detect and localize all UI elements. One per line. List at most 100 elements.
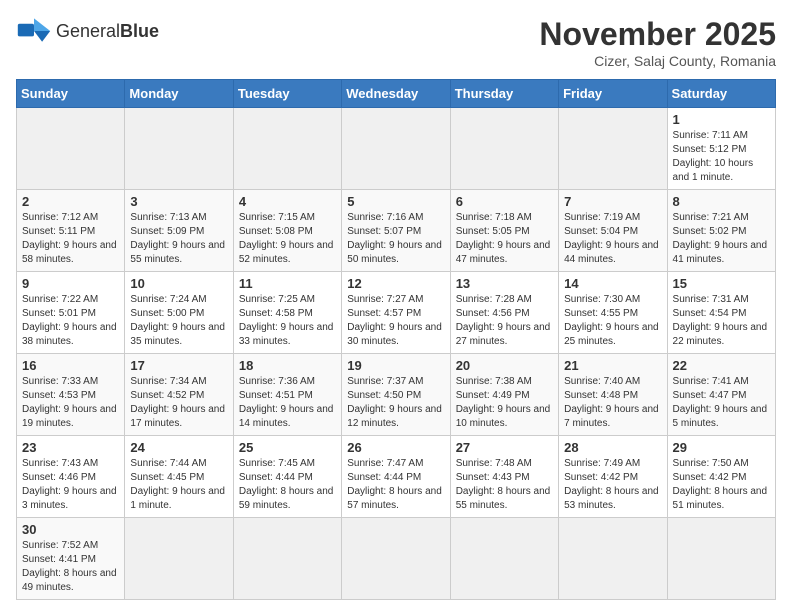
- day-number: 19: [347, 358, 444, 373]
- day-of-week-header: Wednesday: [342, 80, 450, 108]
- calendar-day-cell: 9 Sunrise: 7:22 AM Sunset: 5:01 PM Daylig…: [17, 272, 125, 354]
- calendar-day-cell: 8Sunrise: 7:21 AM Sunset: 5:02 PM Daylig…: [667, 190, 775, 272]
- calendar-day-cell: 17Sunrise: 7:34 AM Sunset: 4:52 PM Dayli…: [125, 354, 233, 436]
- calendar-table: SundayMondayTuesdayWednesdayThursdayFrid…: [16, 79, 776, 600]
- day-number: 27: [456, 440, 553, 455]
- day-info: Sunrise: 7:36 AM Sunset: 4:51 PM Dayligh…: [239, 375, 336, 431]
- calendar-day-cell: [450, 108, 558, 190]
- calendar-day-cell: 23Sunrise: 7:43 AM Sunset: 4:46 PM Dayli…: [17, 436, 125, 518]
- day-info: Sunrise: 7:27 AM Sunset: 4:57 PM Dayligh…: [347, 293, 444, 349]
- calendar-day-cell: [342, 518, 450, 600]
- day-of-week-header: Tuesday: [233, 80, 341, 108]
- calendar-day-cell: 27 Sunrise: 7:48 AM Sunset: 4:43 PM Dayli…: [450, 436, 558, 518]
- calendar-day-cell: 19 Sunrise: 7:37 AM Sunset: 4:50 PM Dayli…: [342, 354, 450, 436]
- day-of-week-header: Friday: [559, 80, 667, 108]
- calendar-day-cell: 21Sunrise: 7:40 AM Sunset: 4:48 PM Dayli…: [559, 354, 667, 436]
- calendar-day-cell: 18Sunrise: 7:36 AM Sunset: 4:51 PM Dayli…: [233, 354, 341, 436]
- calendar-day-cell: [233, 108, 341, 190]
- calendar-week-row: 1Sunrise: 7:11 AM Sunset: 5:12 PM Daylig…: [17, 108, 776, 190]
- day-of-week-header: Thursday: [450, 80, 558, 108]
- calendar-day-cell: 6 Sunrise: 7:18 AM Sunset: 5:05 PM Daylig…: [450, 190, 558, 272]
- calendar-day-cell: 25 Sunrise: 7:45 AM Sunset: 4:44 PM Dayli…: [233, 436, 341, 518]
- day-info: Sunrise: 7:24 AM Sunset: 5:00 PM Dayligh…: [130, 293, 227, 349]
- day-number: 25: [239, 440, 336, 455]
- day-info: Sunrise: 7:44 AM Sunset: 4:45 PM Dayligh…: [130, 457, 227, 513]
- day-info: Sunrise: 7:50 AM Sunset: 4:42 PM Dayligh…: [673, 457, 770, 513]
- day-info: Sunrise: 7:30 AM Sunset: 4:55 PM Dayligh…: [564, 293, 661, 349]
- logo-icon: [16, 16, 52, 46]
- calendar-day-cell: 22Sunrise: 7:41 AM Sunset: 4:47 PM Dayli…: [667, 354, 775, 436]
- calendar-subtitle: Cizer, Salaj County, Romania: [539, 53, 776, 69]
- day-number: 4: [239, 194, 336, 209]
- title-area: November 2025 Cizer, Salaj County, Roman…: [539, 16, 776, 69]
- calendar-day-cell: [233, 518, 341, 600]
- calendar-day-cell: [667, 518, 775, 600]
- calendar-day-cell: 24 Sunrise: 7:44 AM Sunset: 4:45 PM Dayli…: [125, 436, 233, 518]
- calendar-header-row: SundayMondayTuesdayWednesdayThursdayFrid…: [17, 80, 776, 108]
- calendar-day-cell: [125, 108, 233, 190]
- day-number: 3: [130, 194, 227, 209]
- day-info: Sunrise: 7:37 AM Sunset: 4:50 PM Dayligh…: [347, 375, 444, 431]
- calendar-week-row: 23Sunrise: 7:43 AM Sunset: 4:46 PM Dayli…: [17, 436, 776, 518]
- calendar-day-cell: 14Sunrise: 7:30 AM Sunset: 4:55 PM Dayli…: [559, 272, 667, 354]
- calendar-day-cell: 4 Sunrise: 7:15 AM Sunset: 5:08 PM Daylig…: [233, 190, 341, 272]
- day-number: 30: [22, 522, 119, 537]
- calendar-week-row: 16 Sunrise: 7:33 AM Sunset: 4:53 PM Dayli…: [17, 354, 776, 436]
- calendar-day-cell: 28Sunrise: 7:49 AM Sunset: 4:42 PM Dayli…: [559, 436, 667, 518]
- day-number: 23: [22, 440, 119, 455]
- day-number: 20: [456, 358, 553, 373]
- calendar-day-cell: 7 Sunrise: 7:19 AM Sunset: 5:04 PM Daylig…: [559, 190, 667, 272]
- calendar-day-cell: 3Sunrise: 7:13 AM Sunset: 5:09 PM Daylig…: [125, 190, 233, 272]
- calendar-day-cell: 15Sunrise: 7:31 AM Sunset: 4:54 PM Dayli…: [667, 272, 775, 354]
- calendar-day-cell: [559, 108, 667, 190]
- day-info: Sunrise: 7:18 AM Sunset: 5:05 PM Dayligh…: [456, 211, 553, 267]
- day-info: Sunrise: 7:41 AM Sunset: 4:47 PM Dayligh…: [673, 375, 770, 431]
- calendar-day-cell: 1Sunrise: 7:11 AM Sunset: 5:12 PM Daylig…: [667, 108, 775, 190]
- day-info: Sunrise: 7:49 AM Sunset: 4:42 PM Dayligh…: [564, 457, 661, 513]
- day-number: 2: [22, 194, 119, 209]
- calendar-day-cell: 30 Sunrise: 7:52 AM Sunset: 4:41 PM Dayli…: [17, 518, 125, 600]
- day-number: 15: [673, 276, 770, 291]
- calendar-day-cell: 26Sunrise: 7:47 AM Sunset: 4:44 PM Dayli…: [342, 436, 450, 518]
- day-of-week-header: Sunday: [17, 80, 125, 108]
- calendar-day-cell: 11 Sunrise: 7:25 AM Sunset: 4:58 PM Dayli…: [233, 272, 341, 354]
- day-info: Sunrise: 7:38 AM Sunset: 4:49 PM Dayligh…: [456, 375, 553, 431]
- day-info: Sunrise: 7:47 AM Sunset: 4:44 PM Dayligh…: [347, 457, 444, 513]
- day-number: 11: [239, 276, 336, 291]
- calendar-day-cell: [342, 108, 450, 190]
- day-number: 13: [456, 276, 553, 291]
- day-number: 5: [347, 194, 444, 209]
- calendar-day-cell: [17, 108, 125, 190]
- calendar-day-cell: 10Sunrise: 7:24 AM Sunset: 5:00 PM Dayli…: [125, 272, 233, 354]
- calendar-day-cell: 5 Sunrise: 7:16 AM Sunset: 5:07 PM Daylig…: [342, 190, 450, 272]
- day-number: 6: [456, 194, 553, 209]
- day-number: 7: [564, 194, 661, 209]
- day-info: Sunrise: 7:40 AM Sunset: 4:48 PM Dayligh…: [564, 375, 661, 431]
- day-of-week-header: Saturday: [667, 80, 775, 108]
- day-info: Sunrise: 7:33 AM Sunset: 4:53 PM Dayligh…: [22, 375, 119, 431]
- day-info: Sunrise: 7:52 AM Sunset: 4:41 PM Dayligh…: [22, 539, 119, 595]
- day-info: Sunrise: 7:45 AM Sunset: 4:44 PM Dayligh…: [239, 457, 336, 513]
- day-number: 9: [22, 276, 119, 291]
- day-info: Sunrise: 7:34 AM Sunset: 4:52 PM Dayligh…: [130, 375, 227, 431]
- day-info: Sunrise: 7:25 AM Sunset: 4:58 PM Dayligh…: [239, 293, 336, 349]
- day-info: Sunrise: 7:48 AM Sunset: 4:43 PM Dayligh…: [456, 457, 553, 513]
- day-number: 24: [130, 440, 227, 455]
- calendar-day-cell: [559, 518, 667, 600]
- day-info: Sunrise: 7:16 AM Sunset: 5:07 PM Dayligh…: [347, 211, 444, 267]
- calendar-day-cell: 16 Sunrise: 7:33 AM Sunset: 4:53 PM Dayli…: [17, 354, 125, 436]
- day-info: Sunrise: 7:19 AM Sunset: 5:04 PM Dayligh…: [564, 211, 661, 267]
- day-number: 16: [22, 358, 119, 373]
- calendar-day-cell: 2Sunrise: 7:12 AM Sunset: 5:11 PM Daylig…: [17, 190, 125, 272]
- day-info: Sunrise: 7:15 AM Sunset: 5:08 PM Dayligh…: [239, 211, 336, 267]
- calendar-day-cell: 13Sunrise: 7:28 AM Sunset: 4:56 PM Dayli…: [450, 272, 558, 354]
- day-number: 12: [347, 276, 444, 291]
- calendar-day-cell: 29Sunrise: 7:50 AM Sunset: 4:42 PM Dayli…: [667, 436, 775, 518]
- calendar-title: November 2025: [539, 16, 776, 53]
- logo-text: GeneralBlue: [56, 21, 159, 42]
- calendar-week-row: 9 Sunrise: 7:22 AM Sunset: 5:01 PM Daylig…: [17, 272, 776, 354]
- calendar-day-cell: [125, 518, 233, 600]
- calendar-week-row: 2Sunrise: 7:12 AM Sunset: 5:11 PM Daylig…: [17, 190, 776, 272]
- day-number: 1: [673, 112, 770, 127]
- day-info: Sunrise: 7:22 AM Sunset: 5:01 PM Dayligh…: [22, 293, 119, 349]
